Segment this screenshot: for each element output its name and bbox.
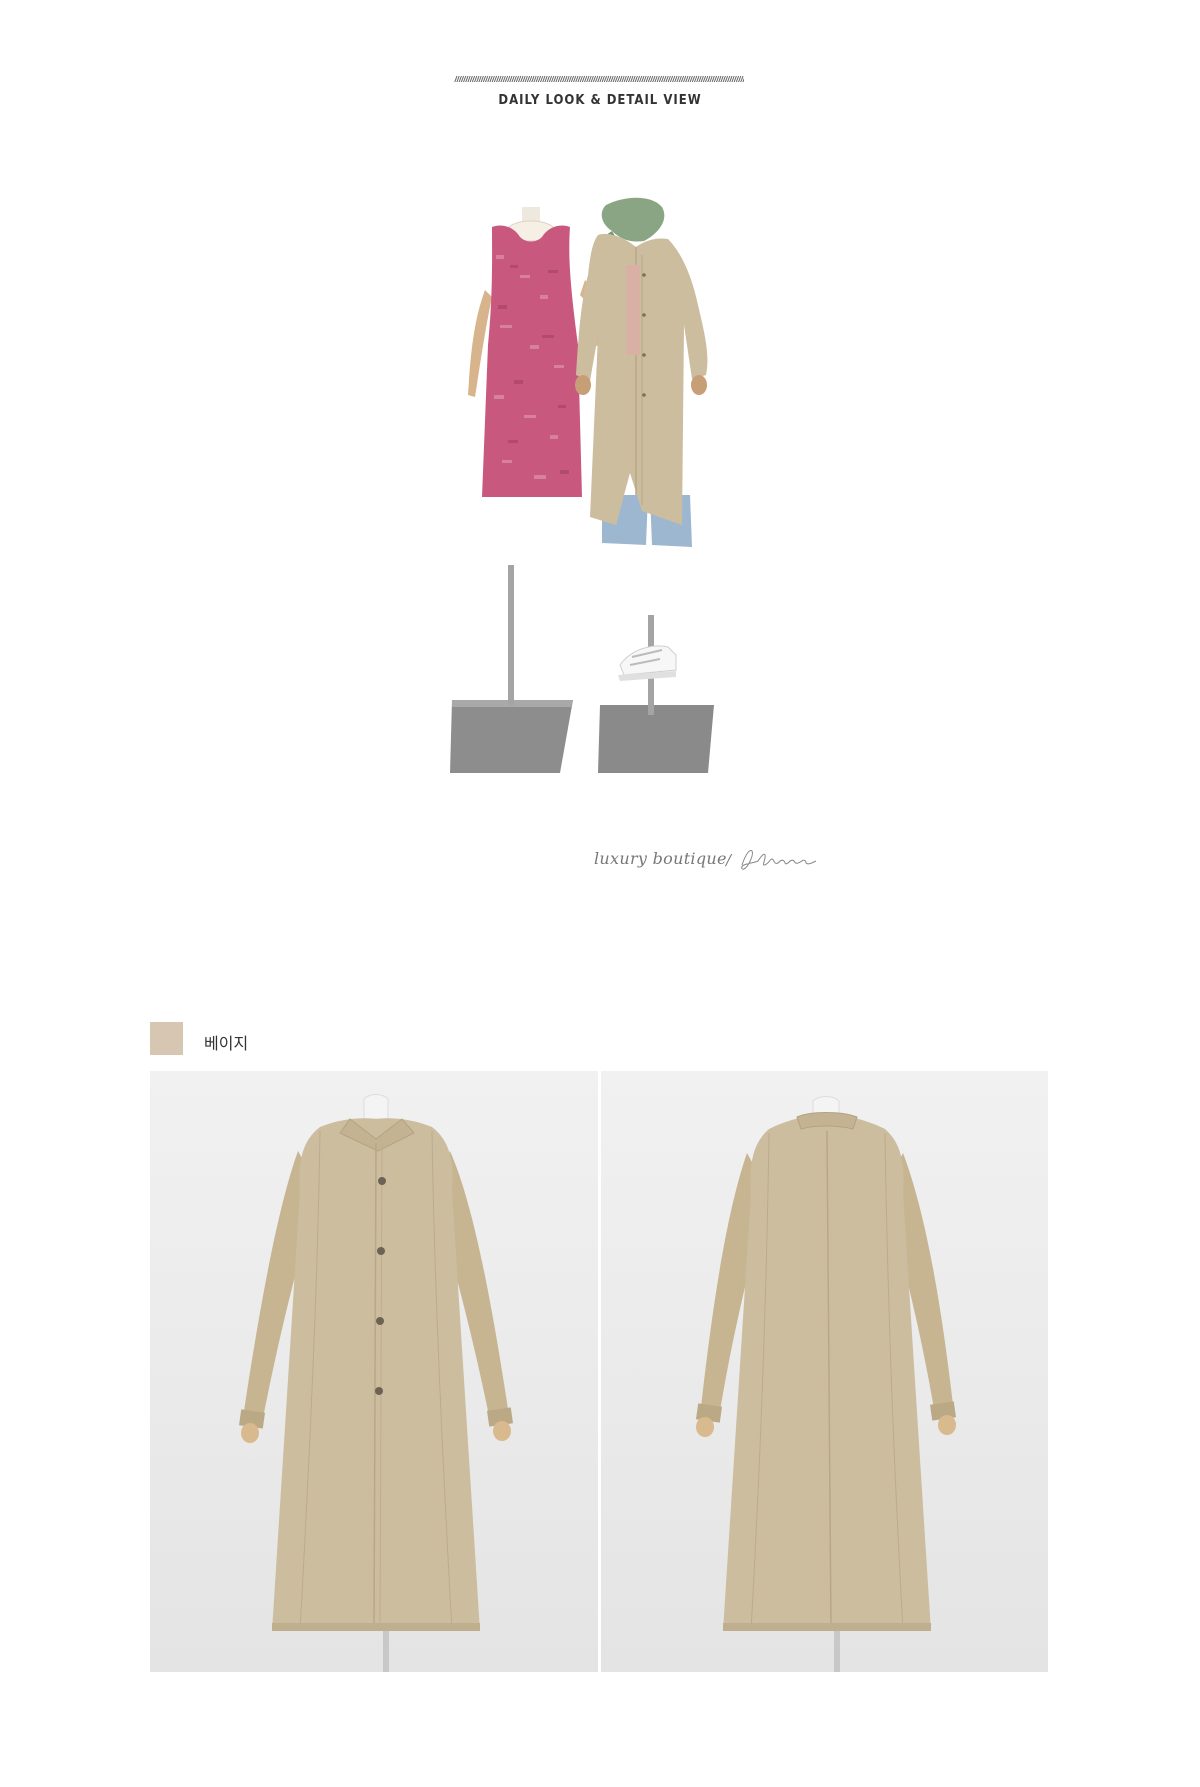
brand-signature-logo: /: [724, 845, 834, 873]
svg-text:/: /: [724, 851, 733, 869]
color-swatch-beige: [150, 1022, 183, 1055]
coat-front-photo: [150, 1071, 598, 1672]
section-title: DAILY LOOK & DETAIL VIEW: [498, 93, 702, 108]
signature-text: luxury boutique: [594, 849, 727, 868]
hero-mannequin-image: [430, 195, 770, 777]
color-option-row: 베이지: [150, 1022, 550, 1056]
boutique-signature: luxury boutique /: [594, 845, 834, 873]
color-option-label: 베이지: [204, 1034, 249, 1053]
coat-back-photo: [601, 1071, 1048, 1672]
header-hatch-divider: [454, 72, 744, 82]
